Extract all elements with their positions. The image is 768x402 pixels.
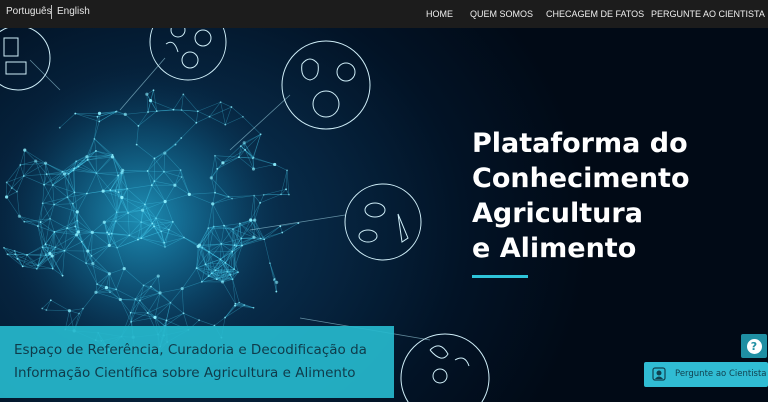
hero-title-line: e Alimento: [472, 233, 637, 264]
language-portuguese-link[interactable]: Português: [6, 6, 52, 17]
language-english-link[interactable]: English: [57, 6, 90, 17]
tagline-line: Espaço de Referência, Curadoria e Decodi…: [14, 342, 367, 358]
nav-checagem-de-fatos[interactable]: CHECAGEM DE FATOS: [546, 9, 644, 19]
hero-title: Plataforma do Conhecimento Agricultura e…: [472, 126, 762, 266]
tagline-line: Informação Científica sobre Agricultura …: [14, 365, 356, 381]
hero-tagline: Espaço de Referência, Curadoria e Decodi…: [0, 326, 394, 398]
grains-icon: [400, 333, 490, 402]
nav-pergunte-ao-cientista[interactable]: PERGUNTE AO CIENTISTA: [651, 9, 765, 19]
nav-quem-somos[interactable]: QUEM SOMOS: [470, 9, 533, 19]
hero-banner: Plataforma do Conhecimento Agricultura e…: [0, 0, 768, 402]
title-underline: [472, 275, 528, 278]
hero-title-line: Agricultura: [472, 198, 643, 229]
ask-scientist-button[interactable]: Pergunte ao Cientista: [644, 362, 768, 387]
dairy-icon: [0, 25, 51, 91]
nav-home[interactable]: HOME: [426, 9, 453, 19]
vegetables-icon: [281, 40, 371, 130]
hero-title-line: Plataforma do: [472, 128, 688, 159]
top-navigation-bar: Português English HOME QUEM SOMOS CHECAG…: [0, 0, 768, 28]
help-button[interactable]: ?: [741, 334, 767, 358]
ask-scientist-label: Pergunte ao Cientista: [675, 369, 767, 379]
scientist-icon: [652, 367, 666, 381]
language-separator: [51, 5, 52, 19]
meat-fish-icon: [344, 183, 422, 261]
hero-title-line: Conhecimento: [472, 163, 690, 194]
question-icon: ?: [746, 338, 762, 354]
